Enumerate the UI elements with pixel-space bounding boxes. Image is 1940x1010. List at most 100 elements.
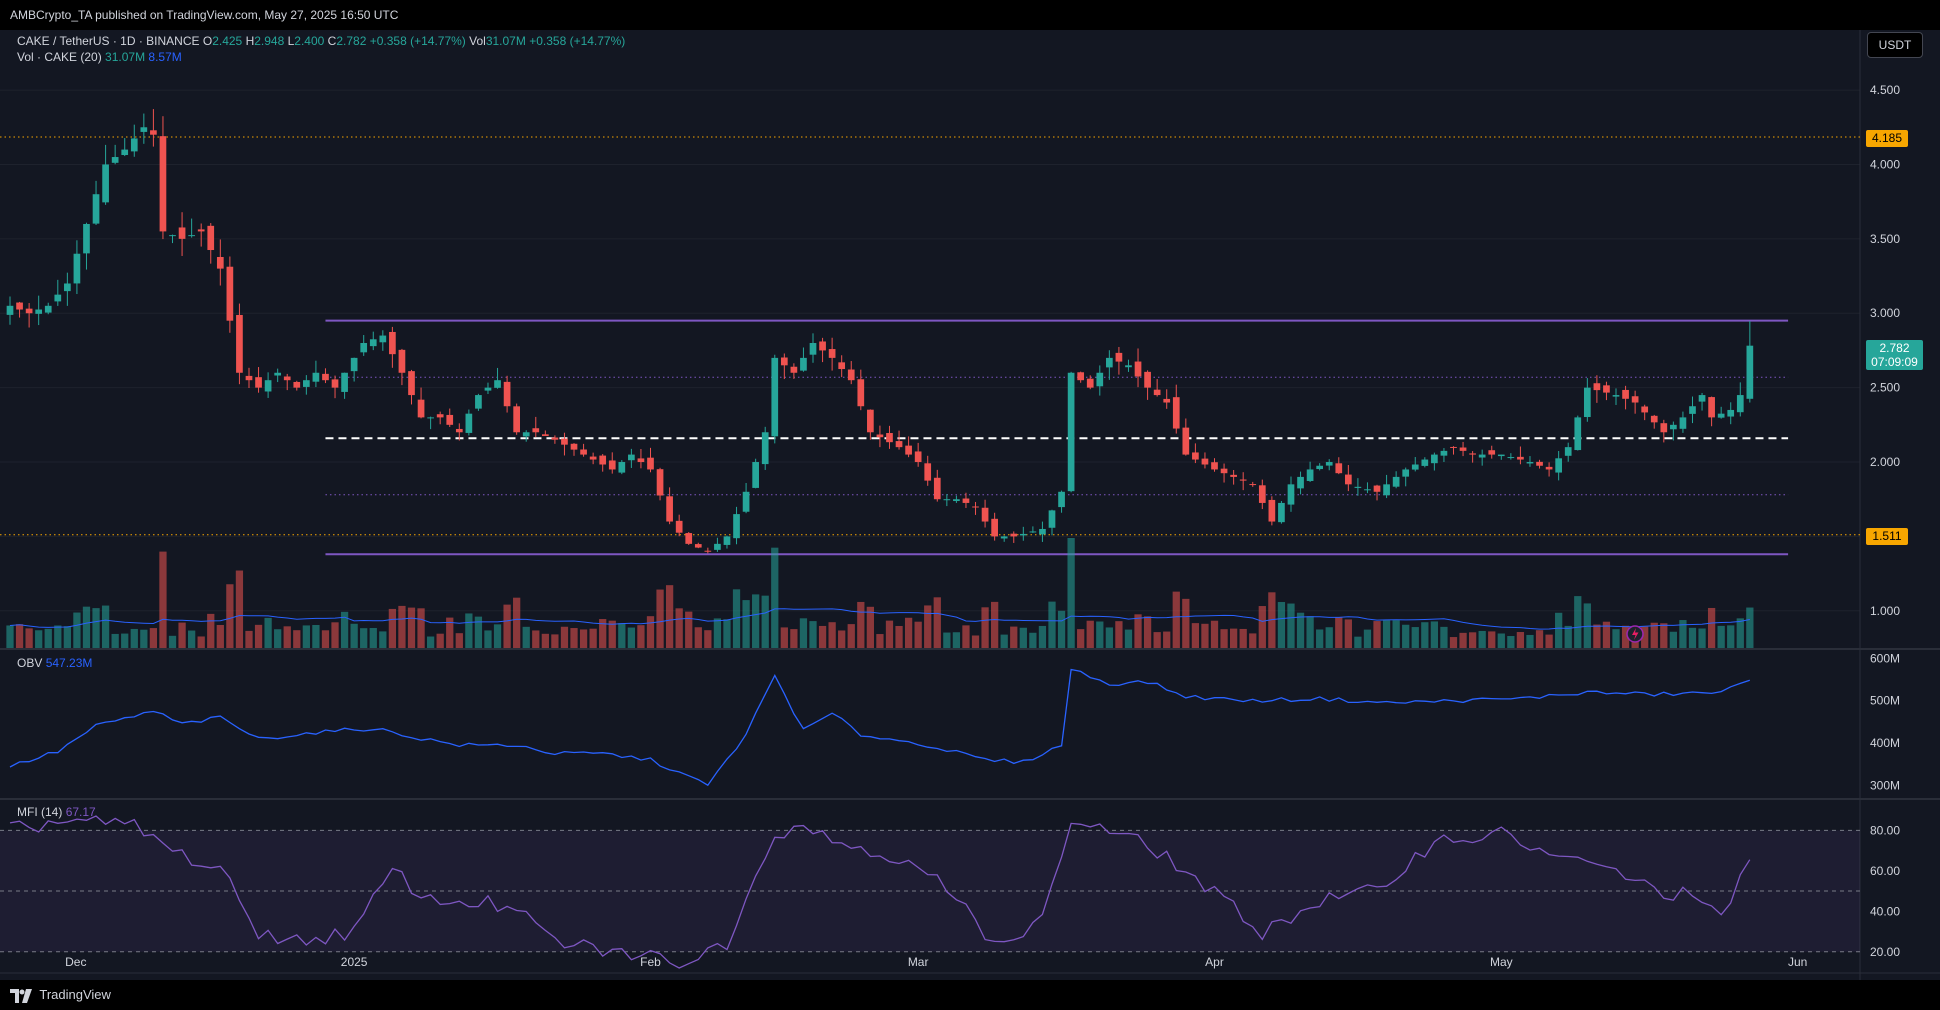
volume-bar — [1488, 631, 1496, 648]
mfi-label[interactable]: MFI (14) — [17, 805, 62, 819]
volume-bar — [1593, 624, 1601, 648]
candle-body — [1392, 476, 1400, 487]
volume-bar — [991, 601, 999, 648]
volume-indicator-label[interactable]: Vol · CAKE (20) — [17, 50, 102, 64]
volume-bar — [274, 629, 282, 648]
volume-bar — [1545, 634, 1553, 648]
mfi-tick-label: 80.00 — [1870, 823, 1900, 837]
candle-body — [819, 341, 826, 351]
candle-body — [35, 309, 43, 314]
volume-bar — [1736, 618, 1744, 648]
candle-body — [1019, 533, 1027, 536]
candle-body — [1526, 462, 1534, 464]
volume-bar — [1660, 623, 1668, 648]
candle-body — [723, 536, 731, 545]
last-price: 2.782 — [1879, 341, 1910, 355]
volume-bar — [197, 636, 205, 648]
candle-body — [436, 414, 444, 418]
volume-bar — [971, 635, 980, 648]
volume-bar — [1124, 629, 1133, 648]
candle-body — [1125, 365, 1132, 368]
volume-bar — [1402, 624, 1410, 648]
price-tick-label: 2.000 — [1870, 455, 1900, 469]
volume-bar — [1535, 630, 1544, 648]
candle-body — [1564, 447, 1572, 456]
volume-bar — [914, 621, 922, 648]
candle-body — [1507, 457, 1515, 459]
volume-bar — [15, 624, 24, 648]
volume-bar — [1650, 622, 1658, 648]
candle-body — [1115, 352, 1123, 362]
currency-unit-button[interactable]: USDT — [1867, 32, 1923, 58]
candle-body — [561, 438, 568, 445]
obv-tick-label: 500M — [1870, 694, 1900, 708]
volume-bar — [981, 607, 989, 648]
candle-body — [1058, 491, 1065, 508]
candle-body — [580, 449, 587, 455]
obv-tick-label: 600M — [1870, 651, 1900, 665]
volume-bar — [6, 625, 14, 648]
volume-bar — [1449, 637, 1458, 648]
candle-body — [656, 469, 664, 496]
candle-body — [1153, 389, 1161, 396]
candle-body — [64, 283, 71, 292]
candle-body — [1344, 474, 1352, 485]
change-value: +0.358 (+14.77%) — [369, 34, 466, 48]
price-tick-label: 4.000 — [1870, 157, 1900, 171]
volume-bar — [407, 607, 416, 648]
obv-label[interactable]: OBV — [17, 656, 42, 670]
price-chart[interactable]: 4.5004.0003.5003.0002.5002.0001.5001.000… — [0, 30, 1940, 980]
candle-body — [197, 229, 205, 232]
volume-bar — [187, 630, 196, 648]
volume-bar — [1249, 633, 1257, 648]
candle-body — [704, 550, 712, 552]
candle-body — [761, 432, 769, 465]
volume-bar — [178, 622, 186, 648]
candle-body — [1536, 461, 1543, 466]
candle-body — [226, 266, 234, 321]
candle-body — [1134, 361, 1142, 377]
volume-bar — [35, 630, 43, 648]
candle-body — [16, 302, 23, 310]
volume-bar — [474, 616, 483, 648]
volume-bar — [1316, 629, 1324, 648]
candle-body — [914, 451, 922, 463]
candle-body — [1612, 395, 1620, 397]
candle-body — [417, 399, 425, 418]
volume-bar — [1067, 538, 1075, 648]
candle-body — [1411, 464, 1419, 470]
high-label: H — [245, 34, 255, 48]
candle-body — [207, 225, 215, 251]
candle-body — [933, 477, 941, 500]
candle-body — [532, 428, 540, 433]
candle-body — [752, 462, 759, 488]
volume-bar — [379, 631, 387, 648]
candle-body — [312, 372, 320, 382]
volume-bar — [254, 624, 263, 648]
volume-bar — [1354, 636, 1362, 648]
candle-body — [1096, 372, 1104, 387]
mfi-value: 67.17 — [65, 805, 96, 819]
volume-bar — [360, 628, 368, 648]
candle-body — [1641, 406, 1649, 413]
candle-body — [44, 305, 52, 313]
price-tick-label: 3.000 — [1870, 306, 1900, 320]
volume-bar — [1296, 612, 1305, 648]
candle-body — [513, 406, 521, 433]
volume-bar — [1392, 620, 1400, 648]
candle-body — [1517, 456, 1524, 460]
alert-icon[interactable] — [1626, 625, 1644, 643]
volume-bar — [168, 635, 177, 648]
volume-bar — [962, 625, 970, 648]
volume-bar — [140, 629, 148, 648]
candle-body — [1727, 409, 1735, 417]
candle-body — [408, 371, 415, 396]
time-axis-label: May — [1490, 955, 1513, 969]
candle-body — [264, 380, 272, 392]
candle-body — [1631, 396, 1639, 403]
volume-bar — [1172, 591, 1180, 648]
candle-body — [216, 256, 224, 269]
candle-body — [1249, 484, 1257, 486]
symbol-name[interactable]: CAKE / TetherUS · 1D · BINANCE — [17, 34, 200, 48]
candle-body — [1746, 345, 1754, 399]
